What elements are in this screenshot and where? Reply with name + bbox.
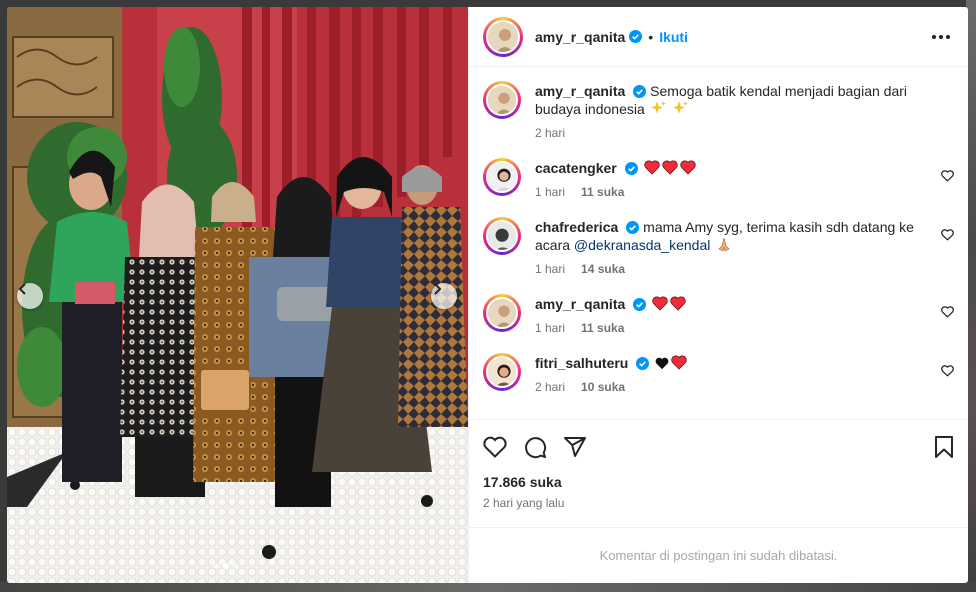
red-heart-icon: [670, 296, 686, 311]
avatar-image: [488, 21, 518, 52]
comment-username[interactable]: chafrederica: [535, 219, 618, 235]
comment-avatar[interactable]: [483, 217, 521, 255]
comment-row: fitri_salhuteru 2 hari 10 suka: [483, 353, 954, 394]
red-heart-icon: [643, 160, 660, 175]
post-modal: amy_r_qanita • Ikuti amy_r_qanita Semoga…: [7, 7, 968, 583]
comment-row: cacatengker 1 hari 11 suka: [483, 158, 954, 199]
comment-avatar[interactable]: [483, 353, 521, 391]
carousel-dots: [213, 563, 239, 569]
share-icon[interactable]: [563, 435, 587, 459]
red-heart-icon: [661, 160, 678, 175]
author-avatar[interactable]: [483, 16, 523, 57]
post-header: amy_r_qanita • Ikuti: [469, 7, 968, 67]
comments-list[interactable]: amy_r_qanita Semoga batik kendal menjadi…: [469, 67, 968, 419]
heart-icon[interactable]: [483, 436, 507, 458]
avatar-image: [488, 299, 516, 327]
comment-username[interactable]: cacatengker: [535, 160, 617, 176]
comment-time: 1 hari: [535, 185, 566, 199]
verified-icon: [626, 221, 640, 234]
carousel-dot: [213, 563, 219, 569]
comment-avatar[interactable]: [483, 294, 521, 332]
comments-disabled-notice: Komentar di postingan ini sudah dibatasi…: [469, 527, 968, 583]
post-side-panel: amy_r_qanita • Ikuti amy_r_qanita Semoga…: [468, 7, 968, 583]
comment-time: 1 hari: [535, 262, 566, 276]
comment-likes[interactable]: 14 suka: [581, 262, 625, 276]
avatar-image: [488, 222, 516, 250]
comment-avatar[interactable]: [483, 158, 521, 196]
verified-icon: [633, 85, 647, 98]
backdrop-bottom: [0, 582, 976, 592]
heart-icon[interactable]: [941, 229, 954, 241]
comment-time: 2 hari: [535, 380, 566, 394]
verified-icon: [624, 162, 638, 175]
bookmark-icon[interactable]: [934, 435, 954, 459]
caption-username[interactable]: amy_r_qanita: [535, 83, 625, 99]
separator-dot: •: [648, 28, 654, 45]
comment-likes[interactable]: 11 suka: [581, 321, 624, 335]
verified-icon: [636, 357, 650, 370]
caption-text: amy_r_qanita Semoga batik kendal menjadi…: [535, 82, 926, 118]
avatar-image: [488, 358, 516, 386]
author-username[interactable]: amy_r_qanita: [535, 29, 625, 45]
heart-icon[interactable]: [941, 306, 954, 318]
caption-time: 2 hari: [535, 126, 566, 140]
comment-time: 1 hari: [535, 321, 566, 335]
mention-link[interactable]: @dekranasda_kendal: [574, 237, 710, 253]
comment-likes[interactable]: 10 suka: [581, 380, 625, 394]
post-timestamp: 2 hari yang lalu: [483, 496, 565, 510]
likes-count[interactable]: 17.866 suka: [483, 474, 954, 490]
avatar-image: [488, 163, 516, 191]
more-icon[interactable]: [928, 31, 954, 43]
avatar-image: [488, 86, 516, 114]
black-heart-icon: [655, 357, 669, 370]
next-photo-button[interactable]: [431, 283, 457, 309]
verified-icon: [629, 30, 643, 43]
red-heart-icon: [671, 355, 687, 370]
post-photo[interactable]: [7, 7, 468, 583]
sparkles-icon: [672, 101, 688, 114]
chevron-left-icon: [18, 283, 26, 295]
comment-row: amy_r_qanita 1 hari 11 suka: [483, 294, 954, 335]
comment-username[interactable]: amy_r_qanita: [535, 296, 625, 312]
comment-icon[interactable]: [523, 435, 547, 459]
heart-icon[interactable]: [941, 365, 954, 377]
red-heart-icon: [679, 160, 696, 175]
carousel-dot: [233, 563, 239, 569]
prev-photo-button[interactable]: [17, 283, 43, 309]
carousel-dot-active: [223, 563, 229, 569]
photo-illustration: [7, 7, 468, 583]
verified-icon: [633, 298, 647, 311]
comment-likes[interactable]: 11 suka: [581, 185, 624, 199]
pray-icon: [718, 237, 730, 252]
comment-row: chafrederica mama Amy syg, terima kasih …: [483, 217, 954, 276]
caption-row: amy_r_qanita Semoga batik kendal menjadi…: [483, 81, 954, 140]
post-actions: 17.866 suka 2 hari yang lalu: [469, 419, 968, 527]
comment-username[interactable]: fitri_salhuteru: [535, 355, 628, 371]
red-heart-icon: [652, 296, 668, 311]
sparkles-icon: [650, 101, 666, 114]
caption-avatar[interactable]: [483, 81, 521, 119]
follow-button[interactable]: Ikuti: [659, 29, 688, 45]
chevron-right-icon: [434, 283, 442, 295]
heart-icon[interactable]: [941, 170, 954, 182]
